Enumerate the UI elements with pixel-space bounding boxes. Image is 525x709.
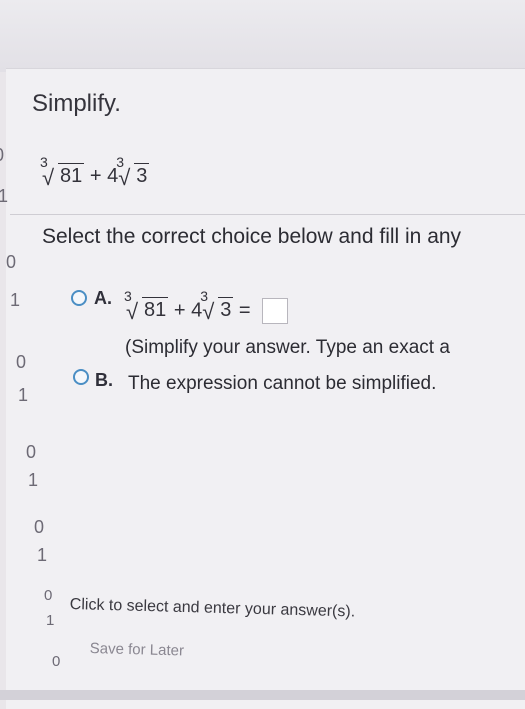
- radical-sign-icon: √: [126, 299, 139, 325]
- radicand: 3: [134, 163, 150, 187]
- margin-digit: 0: [6, 252, 17, 272]
- choice-a-letter: A.: [94, 288, 112, 308]
- choice-a-radio[interactable]: [71, 290, 87, 306]
- section-divider: [10, 214, 525, 215]
- answer-input-box[interactable]: [262, 298, 289, 324]
- cube-root-term-2: 3 √ 3: [116, 154, 150, 190]
- save-for-later-link[interactable]: Save for Later: [90, 640, 185, 659]
- equals-sign: =: [238, 299, 251, 322]
- margin-digit: 0: [44, 587, 53, 604]
- margin-digit: 0: [34, 517, 45, 537]
- top-strip: [0, 0, 525, 72]
- radicand: 3: [218, 297, 234, 322]
- answer-hint: (Simplify your answer. Type an exact a: [125, 337, 450, 358]
- radicand: 81: [142, 297, 169, 322]
- margin-digit: 1: [46, 612, 55, 629]
- instruction-text: Select the correct choice below and fill…: [42, 225, 462, 248]
- radical-sign-icon: √: [42, 165, 55, 190]
- margin-digit: 1: [0, 186, 9, 206]
- choice-b-letter: B.: [95, 370, 113, 390]
- margin-digit: 0: [0, 145, 4, 166]
- margin-digit: 0: [16, 352, 27, 372]
- radical-sign-icon: √: [202, 299, 215, 325]
- margin-digit: 1: [37, 545, 48, 565]
- choice-b-text: The expression cannot be simplified.: [128, 373, 437, 394]
- choice-a-expression: 3 √ 81 + 4 3 √ 3 =: [124, 288, 289, 325]
- margin-digit: 1: [28, 470, 39, 490]
- cube-root-term-1: 3 √ 81: [124, 288, 169, 325]
- margin-digit: 1: [10, 290, 21, 310]
- cube-root-term-2: 3 √ 3: [200, 288, 234, 325]
- margin-digit: 0: [52, 653, 61, 670]
- margin-digit: 0: [26, 442, 37, 462]
- question-expression: 3 √ 81 + 4 3 √ 3: [40, 154, 150, 190]
- cube-root-term-1: 3 √ 81: [40, 154, 85, 190]
- margin-digit: 1: [18, 385, 29, 405]
- bottom-bar: [0, 690, 525, 700]
- radical-sign-icon: √: [118, 165, 131, 190]
- radicand: 81: [58, 163, 85, 187]
- plus-operator: +: [89, 165, 102, 187]
- question-heading: Simplify.: [32, 90, 121, 117]
- plus-operator: +: [173, 299, 186, 322]
- choice-b-radio[interactable]: [73, 369, 89, 385]
